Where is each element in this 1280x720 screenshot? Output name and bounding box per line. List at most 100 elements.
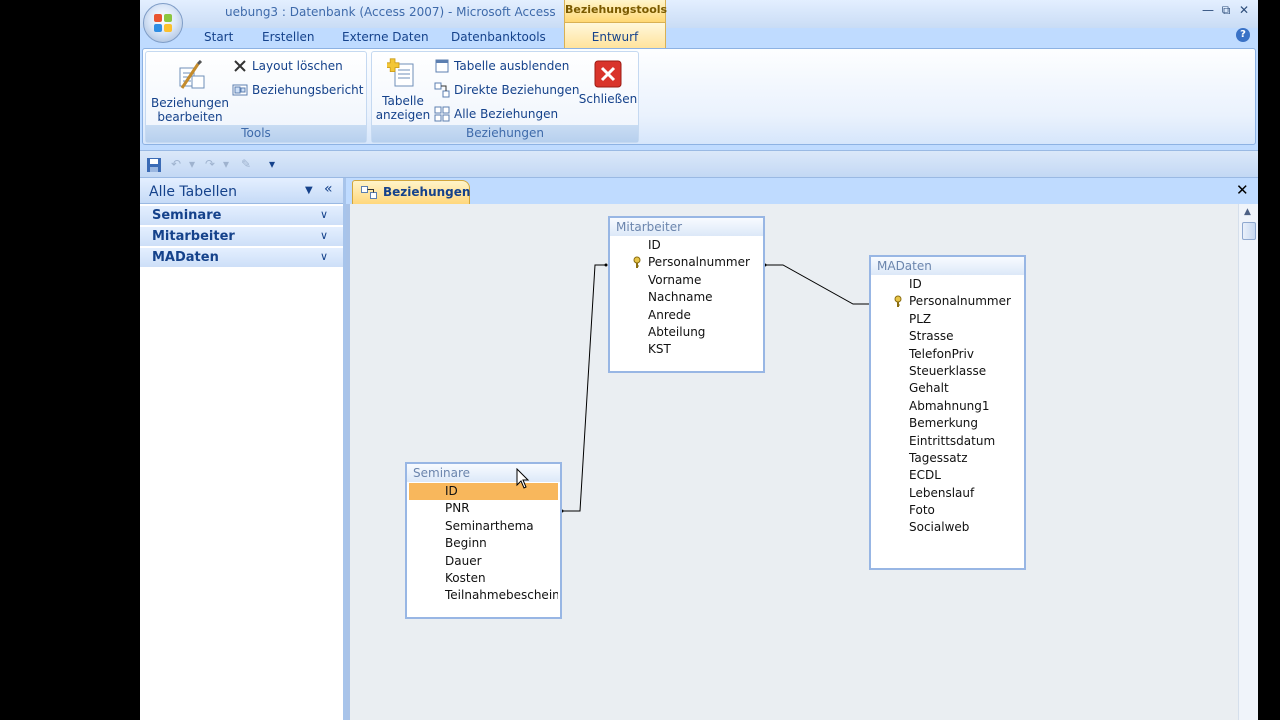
- field-item[interactable]: PNR: [409, 500, 558, 517]
- tab-externe-daten[interactable]: Externe Daten: [342, 30, 429, 44]
- field-item[interactable]: Seminarthema: [409, 518, 558, 535]
- field-item[interactable]: ID: [873, 276, 1022, 293]
- office-logo-icon: [154, 14, 172, 32]
- vertical-scrollbar[interactable]: ▲: [1238, 204, 1258, 720]
- nav-dropdown-icon[interactable]: ▼: [305, 185, 313, 196]
- field-list: ID PNR Seminarthema Beginn Dauer Kosten …: [409, 483, 558, 605]
- relationships-canvas[interactable]: Mitarbeiter ID Personalnummer Vorname Na…: [346, 204, 1238, 720]
- save-icon[interactable]: [146, 157, 162, 173]
- table-title[interactable]: Mitarbeiter: [610, 218, 763, 236]
- nav-group-mitarbeiter[interactable]: Mitarbeiter ∨: [140, 227, 343, 247]
- field-item[interactable]: KST: [612, 341, 761, 358]
- nav-group-seminare[interactable]: Seminare ∨: [140, 206, 343, 226]
- tab-start[interactable]: Start: [204, 30, 233, 44]
- title-bar: uebung3 : Datenbank (Access 2007) - Micr…: [140, 0, 1258, 28]
- field-list: ID Personalnummer PLZ Strasse TelefonPri…: [873, 276, 1022, 537]
- close-document-icon[interactable]: ✕: [1236, 181, 1249, 199]
- access-window: uebung3 : Datenbank (Access 2007) - Micr…: [140, 0, 1258, 720]
- relationships-icon: [361, 186, 377, 199]
- document-tabstrip: Beziehungen ✕: [346, 178, 1258, 204]
- field-item-selected[interactable]: ID: [409, 483, 558, 501]
- edit-relationships-button[interactable]: Beziehungen bearbeiten: [150, 59, 230, 124]
- field-item[interactable]: ECDL: [873, 467, 1022, 484]
- document-area: Beziehungen ✕ Mitarbeiter ID Personalnum…: [346, 178, 1258, 720]
- tab-beziehungen-label: Beziehungen: [383, 185, 471, 199]
- field-item[interactable]: Anrede: [612, 307, 761, 324]
- field-item[interactable]: Vorname: [612, 272, 761, 289]
- all-relationships-icon: [434, 106, 450, 122]
- field-item[interactable]: Lebenslauf: [873, 485, 1022, 502]
- navigation-pane: Alle Tabellen ▼ « Seminare ∨ Mitarbeiter…: [140, 178, 346, 720]
- undo-icon: ↶: [170, 157, 182, 171]
- hide-table-button[interactable]: Tabelle ausblenden: [434, 57, 569, 75]
- table-title[interactable]: Seminare: [407, 464, 560, 482]
- ribbon-tab-bar: Start Erstellen Externe Daten Datenbankt…: [140, 28, 1258, 48]
- field-item-key[interactable]: Personalnummer: [873, 293, 1022, 310]
- show-table-label-2: anzeigen: [375, 108, 431, 122]
- tab-entwurf[interactable]: Entwurf: [564, 22, 666, 49]
- close-red-icon: [594, 60, 622, 88]
- relationship-report-button[interactable]: Beziehungsbericht: [232, 81, 364, 99]
- relationship-line-mitarbeiter-madaten: [765, 264, 871, 305]
- clear-layout-button[interactable]: Layout löschen: [232, 57, 343, 75]
- all-relationships-label: Alle Beziehungen: [454, 107, 559, 121]
- field-item[interactable]: Strasse: [873, 328, 1022, 345]
- field-item[interactable]: Socialweb: [873, 519, 1022, 536]
- hide-table-icon: [434, 58, 450, 74]
- field-item[interactable]: Abteilung: [612, 324, 761, 341]
- field-item[interactable]: Teilnahmebescheinig: [409, 587, 558, 604]
- help-icon[interactable]: ?: [1236, 28, 1250, 42]
- field-item[interactable]: Kosten: [409, 570, 558, 587]
- restore-icon[interactable]: ⧉: [1218, 3, 1234, 19]
- tab-datenbanktools[interactable]: Datenbanktools: [451, 30, 546, 44]
- direct-relationships-button[interactable]: Direkte Beziehungen: [434, 81, 580, 99]
- nav-header[interactable]: Alle Tabellen ▼ «: [140, 178, 343, 204]
- mouse-cursor-icon: [516, 468, 530, 489]
- field-item[interactable]: Gehalt: [873, 380, 1022, 397]
- field-item[interactable]: Beginn: [409, 535, 558, 552]
- minimize-icon[interactable]: —: [1200, 3, 1216, 19]
- close-relationships-button[interactable]: Schließen: [576, 60, 640, 106]
- field-item[interactable]: Foto: [873, 502, 1022, 519]
- field-item[interactable]: ID: [612, 237, 761, 254]
- tab-beziehungen[interactable]: Beziehungen: [352, 180, 470, 204]
- table-mitarbeiter[interactable]: Mitarbeiter ID Personalnummer Vorname Na…: [608, 216, 765, 373]
- nav-title: Alle Tabellen: [149, 184, 237, 200]
- field-label: Personalnummer: [648, 255, 750, 270]
- scroll-up-icon[interactable]: ▲: [1244, 207, 1251, 217]
- field-item[interactable]: PLZ: [873, 311, 1022, 328]
- field-item[interactable]: Steuerklasse: [873, 363, 1022, 380]
- screen-border: [1258, 0, 1280, 720]
- field-item[interactable]: Abmahnung1: [873, 398, 1022, 415]
- field-label: Personalnummer: [909, 294, 1011, 309]
- field-item[interactable]: Tagessatz: [873, 450, 1022, 467]
- table-madaten[interactable]: MADaten ID Personalnummer PLZ Strasse Te…: [869, 255, 1026, 570]
- relationship-report-label: Beziehungsbericht: [252, 83, 364, 97]
- nav-collapse-icon[interactable]: «: [324, 181, 333, 197]
- nav-group-label: Mitarbeiter: [152, 229, 235, 244]
- quick-access-toolbar: ↶ ▾ ↷ ▾ ✎ ▾: [140, 150, 1258, 178]
- ribbon: Beziehungen bearbeiten Layout löschen Be…: [142, 48, 1256, 145]
- redo-dropdown-icon: ▾: [222, 157, 230, 171]
- office-button[interactable]: [143, 3, 183, 43]
- tab-erstellen[interactable]: Erstellen: [262, 30, 315, 44]
- nav-group-madaten[interactable]: MADaten ∨: [140, 248, 343, 268]
- redo-icon: ↷: [204, 157, 216, 171]
- close-icon[interactable]: ✕: [1236, 3, 1252, 19]
- clear-layout-icon: [232, 58, 248, 74]
- table-seminare[interactable]: Seminare ID PNR Seminarthema Beginn Daue…: [405, 462, 562, 619]
- field-item[interactable]: Nachname: [612, 289, 761, 306]
- field-item[interactable]: Eintrittsdatum: [873, 433, 1022, 450]
- table-title[interactable]: MADaten: [871, 257, 1024, 275]
- field-item[interactable]: Dauer: [409, 553, 558, 570]
- customize-toolbar-icon[interactable]: ▾: [264, 157, 280, 173]
- scroll-thumb[interactable]: [1242, 222, 1256, 240]
- show-table-button[interactable]: Tabelle anzeigen: [374, 58, 432, 122]
- show-table-label-1: Tabelle: [382, 94, 424, 108]
- field-item[interactable]: Bemerkung: [873, 415, 1022, 432]
- field-item-key[interactable]: Personalnummer: [612, 254, 761, 271]
- field-item[interactable]: TelefonPriv: [873, 346, 1022, 363]
- undo-dropdown-icon: ▾: [188, 157, 196, 171]
- expand-chevron-icon: ∨: [320, 229, 329, 242]
- all-relationships-button[interactable]: Alle Beziehungen: [434, 105, 558, 123]
